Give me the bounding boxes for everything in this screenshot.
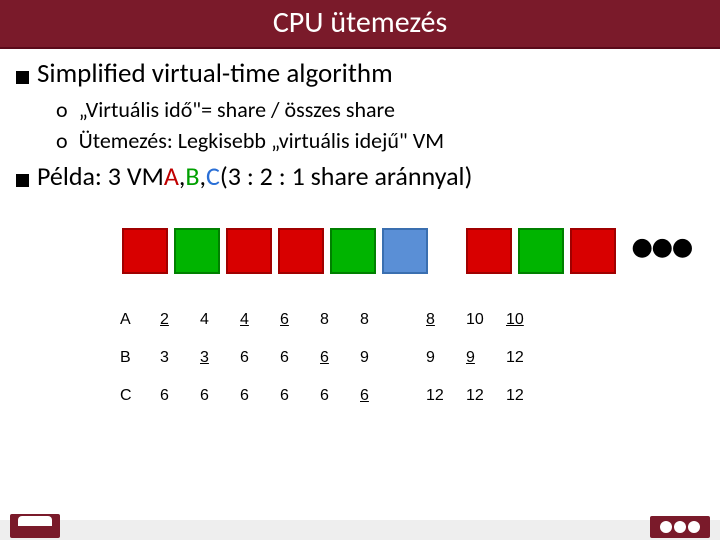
ellipsis-icon: ●●●: [630, 222, 690, 271]
circle-bullet-icon: o: [56, 96, 68, 123]
example-line: Példa: 3 VM A , B , C (3 : 2 : 1 share a…: [16, 160, 704, 192]
heading-line: Simplified virtual-time algorithm: [16, 57, 704, 90]
timeslot-block-green: [330, 228, 376, 274]
vm-a-label: A: [164, 160, 179, 192]
table-cell: 10: [502, 301, 542, 339]
table-cell: 8: [422, 301, 462, 339]
table-cell: 12: [502, 377, 542, 415]
table-cell: 8: [356, 301, 396, 339]
table-cell: 12: [422, 377, 462, 415]
table-cell: 12: [502, 339, 542, 377]
table-cell: 4: [236, 301, 276, 339]
slide-body: Simplified virtual-time algorithm o „Vir…: [0, 49, 720, 415]
row-label: B: [116, 339, 156, 377]
table-cell: 6: [316, 339, 356, 377]
table-cell: 6: [236, 377, 276, 415]
timeslot-block-red: [226, 228, 272, 274]
table-row: C666666121212: [116, 377, 542, 415]
pelda-label: Példa:: [37, 160, 102, 192]
table-cell: 3: [196, 339, 236, 377]
table-cell: 6: [276, 339, 316, 377]
row-label: A: [116, 301, 156, 339]
table-cell: 9: [356, 339, 396, 377]
timeslot-block-blue: [382, 228, 428, 274]
sub2-text: Ütemezés: Legkisebb „virtuális idejű" VM: [79, 127, 444, 154]
circle-bullet-icon: o: [56, 127, 68, 154]
table-cell: 9: [422, 339, 462, 377]
col-gap: [396, 377, 422, 415]
virtual-time-table: A24468881010B3366699912C666666121212: [116, 301, 704, 415]
pelda-text-1: 3 VM: [108, 160, 164, 192]
heading-text: Simplified virtual-time algorithm: [37, 57, 393, 90]
bullet-icon: [16, 71, 29, 84]
table-cell: 3: [156, 339, 196, 377]
dept-logo-icon: [650, 516, 710, 538]
timeslot-block-red: [570, 228, 616, 274]
table-cell: 9: [462, 339, 502, 377]
sub-bullet-2: o Ütemezés: Legkisebb „virtuális idejű" …: [56, 127, 704, 154]
table-cell: 6: [356, 377, 396, 415]
vm-b-label: B: [185, 160, 199, 192]
schedule-blocks: ●●●: [122, 226, 704, 275]
table-cell: 8: [316, 301, 356, 339]
col-gap: [396, 339, 422, 377]
timeslot-block-red: [122, 228, 168, 274]
row-label: C: [116, 377, 156, 415]
table-cell: 4: [196, 301, 236, 339]
table-cell: 2: [156, 301, 196, 339]
col-gap: [396, 301, 422, 339]
sub-bullet-1: o „Virtuális idő"= share / összes share: [56, 96, 704, 123]
timeslot-block-red: [278, 228, 324, 274]
table-cell: 6: [236, 339, 276, 377]
bullet-icon: [16, 174, 29, 187]
table-cell: 6: [316, 377, 356, 415]
pelda-text-2: (3 : 2 : 1 share aránnyal): [220, 160, 473, 192]
slide-title: CPU ütemezés: [0, 0, 720, 49]
sub1-text: „Virtuális idő"= share / összes share: [79, 96, 395, 123]
timeslot-block-green: [518, 228, 564, 274]
slide-footer: [0, 508, 720, 540]
table-cell: 6: [276, 377, 316, 415]
vm-c-label: C: [206, 160, 220, 192]
table-row: B3366699912: [116, 339, 542, 377]
table-cell: 6: [196, 377, 236, 415]
table-row: A24468881010: [116, 301, 542, 339]
timeslot-block-green: [174, 228, 220, 274]
table-cell: 6: [156, 377, 196, 415]
table-cell: 10: [462, 301, 502, 339]
table-cell: 12: [462, 377, 502, 415]
table-cell: 6: [276, 301, 316, 339]
timeslot-block-red: [466, 228, 512, 274]
university-logo-icon: [10, 514, 60, 538]
